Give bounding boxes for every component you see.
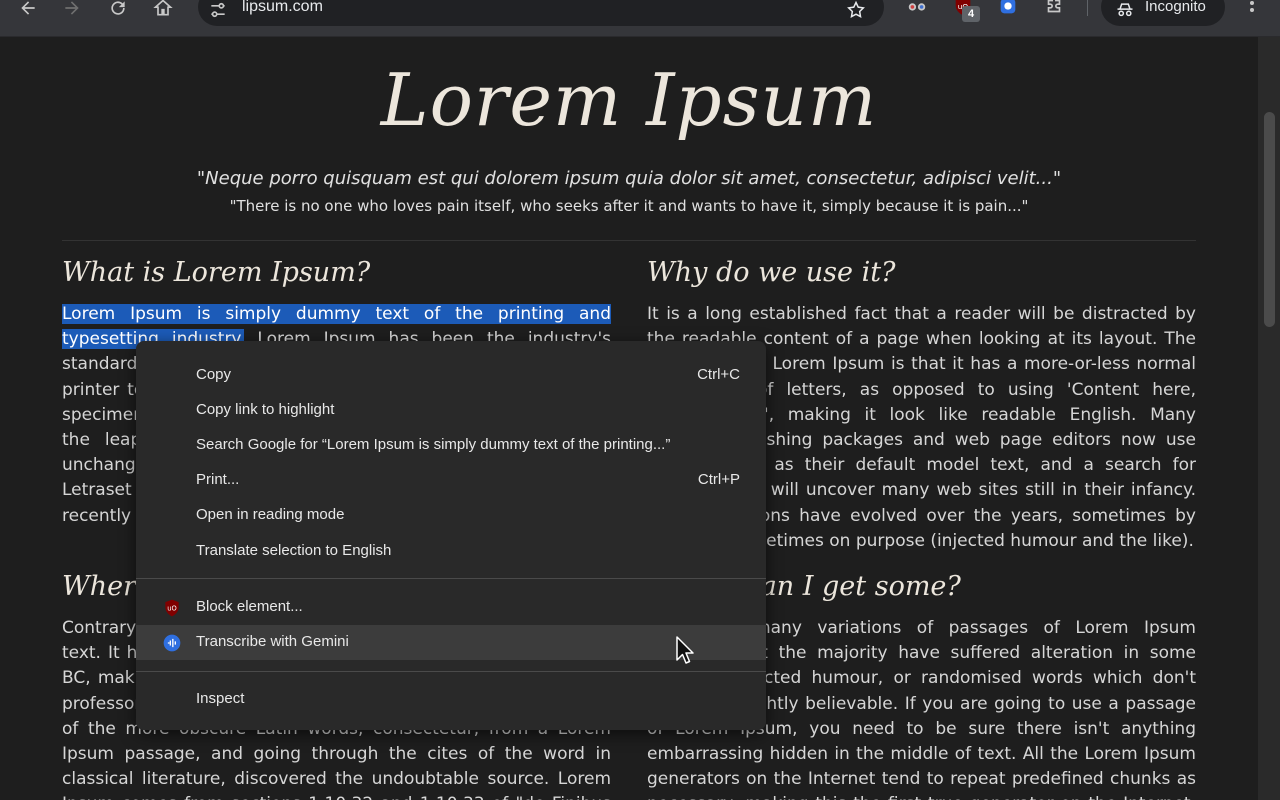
menu-item-search-label: Search Google for “Lorem Ipsum is simply… — [196, 436, 671, 453]
puzzle-piece-icon — [1047, 0, 1061, 13]
back-button[interactable] — [12, 0, 44, 24]
url-text[interactable]: lipsum.com — [242, 0, 323, 16]
site-settings-icon[interactable] — [208, 0, 228, 20]
menu-item-copy-link-to-highlight[interactable]: Copy link to highlight — [136, 393, 766, 428]
extension-blue-button[interactable] — [994, 0, 1022, 20]
gemini-transcribe-icon — [163, 634, 181, 652]
incognito-icon — [1117, 3, 1133, 17]
menu-item-reading-mode-label: Open in reading mode — [196, 506, 345, 523]
heading-what-is: What is Lorem Ipsum? — [62, 257, 371, 288]
scrollbar-thumb[interactable] — [1264, 112, 1275, 327]
browser-toolbar: lipsum.com uO 4 Incognito — [0, 0, 1280, 37]
reload-icon — [111, 1, 125, 15]
back-arrow-icon — [21, 1, 35, 15]
menu-item-inspect[interactable]: Inspect — [136, 682, 766, 717]
header-divider — [62, 240, 1196, 241]
menu-item-translate[interactable]: Translate selection to English — [136, 534, 766, 569]
site-logo: Lorem Ipsum — [380, 58, 878, 142]
kebab-menu-icon[interactable] — [1242, 0, 1262, 22]
page-scrollbar[interactable] — [1258, 37, 1280, 800]
menu-separator — [136, 671, 766, 672]
bookmark-star-icon[interactable] — [846, 0, 866, 20]
extensions-menu-button[interactable] — [1040, 0, 1068, 20]
menu-item-reading-mode[interactable]: Open in reading mode — [136, 498, 766, 533]
menu-separator — [136, 578, 766, 579]
heading-why-use: Why do we use it? — [647, 257, 896, 288]
menu-item-inspect-label: Inspect — [196, 690, 245, 707]
home-icon — [153, 0, 173, 16]
ublock-count-badge: 4 — [962, 6, 980, 22]
toolbar-divider — [1087, 0, 1088, 16]
menu-item-block-element-label: Block element... — [196, 598, 303, 615]
context-menu: Copy Ctrl+C Copy link to highlight Searc… — [136, 341, 766, 730]
forward-button[interactable] — [56, 0, 88, 24]
latin-quote: "Neque porro quisquam est qui dolorem ip… — [196, 168, 1062, 189]
incognito-profile-button[interactable]: Incognito — [1101, 0, 1225, 26]
menu-item-copy-link-label: Copy link to highlight — [196, 401, 335, 418]
forward-arrow-icon — [65, 1, 79, 15]
svg-text:uO: uO — [167, 605, 176, 613]
english-quote: "There is no one who loves pain itself, … — [229, 197, 1029, 215]
menu-item-print-shortcut: Ctrl+P — [697, 471, 740, 488]
menu-item-transcribe-gemini[interactable]: Transcribe with Gemini — [136, 625, 766, 660]
menu-item-block-element[interactable]: uO Block element... — [136, 590, 766, 625]
mouse-cursor-icon — [676, 636, 694, 664]
menu-item-copy-label: Copy — [196, 366, 232, 383]
menu-item-search-google[interactable]: Search Google for “Lorem Ipsum is simply… — [136, 428, 766, 463]
blue-extension-icon — [1000, 0, 1016, 14]
address-bar[interactable]: lipsum.com — [198, 0, 884, 26]
extension-glasses-button[interactable] — [903, 0, 931, 20]
home-button[interactable] — [147, 0, 179, 24]
menu-item-copy-shortcut: Ctrl+C — [697, 366, 740, 383]
menu-item-print[interactable]: Print... Ctrl+P — [136, 463, 766, 498]
incognito-label: Incognito — [1145, 0, 1206, 15]
menu-item-transcribe-label: Transcribe with Gemini — [196, 633, 349, 650]
menu-item-copy[interactable]: Copy Ctrl+C — [136, 358, 766, 393]
reload-button[interactable] — [102, 0, 134, 24]
glasses-icon — [908, 3, 926, 11]
menu-item-print-label: Print... — [196, 471, 240, 488]
menu-item-translate-label: Translate selection to English — [196, 542, 392, 559]
ublock-shield-icon: uO — [165, 599, 179, 617]
